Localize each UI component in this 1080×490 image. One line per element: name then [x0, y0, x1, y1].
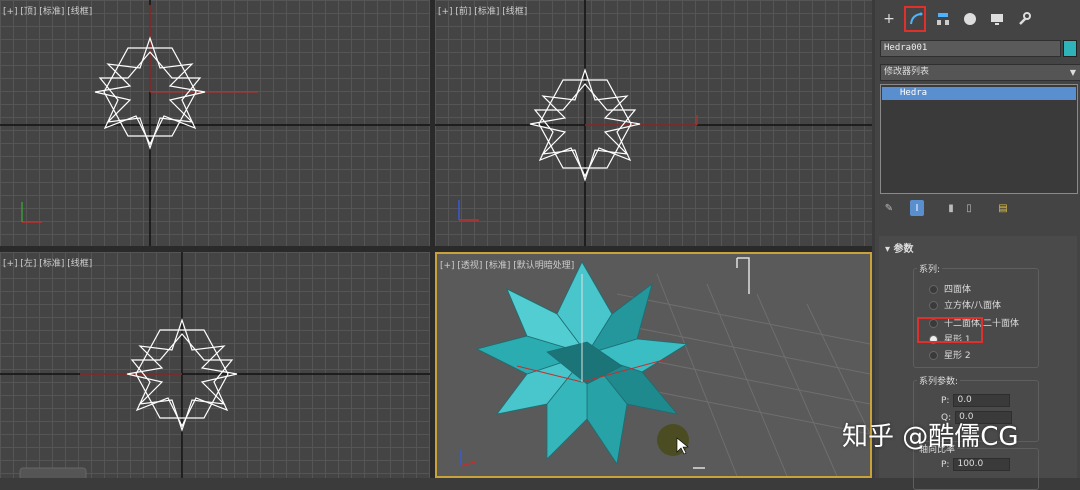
radio-star2[interactable]: 星形 2: [929, 348, 971, 361]
remove-modifier-icon[interactable]: ▯: [962, 200, 976, 216]
modifier-stack[interactable]: Hedra: [880, 84, 1078, 194]
spinner-axis-p[interactable]: P: 100.0: [941, 458, 1011, 471]
viewport-front[interactable]: [+] [前] [标准] [线框]: [435, 0, 872, 246]
command-panel: + Hedra001 修改器列表 ▼ Hedra ✎ I ▮ ▯ ▤ ▾ 参数: [875, 0, 1080, 490]
pin-stack-icon[interactable]: ✎: [882, 200, 896, 216]
object-name-field[interactable]: Hedra001: [880, 40, 1061, 57]
stack-toolbar: ✎ I ▮ ▯ ▤: [880, 198, 1076, 218]
viewport-top[interactable]: [+] [顶] [标准] [线框]: [0, 0, 430, 246]
viewport-front-canvas: [435, 0, 872, 246]
radio-tetrahedron[interactable]: 四面体: [929, 282, 971, 295]
motion-icon[interactable]: [961, 10, 979, 28]
create-icon[interactable]: +: [880, 10, 898, 28]
spinner-p[interactable]: P: 0.0: [941, 394, 1011, 407]
axis-gizmo: [21, 202, 42, 223]
star1-highlight: [917, 317, 983, 343]
utilities-icon[interactable]: [1015, 10, 1033, 28]
command-panel-tabs: +: [875, 6, 1080, 34]
axis-gizmo: [460, 450, 476, 467]
hierarchy-icon[interactable]: [934, 10, 952, 28]
modifier-list-dropdown[interactable]: 修改器列表 ▼: [880, 64, 1080, 81]
watermark: 知乎 @酷儒CG: [842, 422, 1019, 452]
object-color-swatch[interactable]: [1063, 40, 1077, 57]
mini-toolbar: [19, 467, 87, 478]
axis-gizmo: [458, 200, 479, 221]
viewport-left[interactable]: [+] [左] [标准] [线框]: [0, 252, 430, 478]
configure-modifier-sets-icon[interactable]: ▤: [996, 200, 1010, 216]
viewport-left-canvas: [0, 252, 430, 478]
chevron-down-icon: ▼: [1069, 68, 1076, 77]
radio-cube-octa[interactable]: 立方体/八面体: [929, 298, 1001, 311]
stack-item-hedra[interactable]: Hedra: [882, 87, 1076, 100]
viewport-top-canvas: [0, 0, 430, 246]
modifier-list-label: 修改器列表: [884, 67, 930, 77]
display-icon[interactable]: [988, 10, 1006, 28]
show-end-result-icon[interactable]: I: [910, 200, 924, 216]
make-unique-icon[interactable]: ▮: [944, 200, 958, 216]
modify-tab-highlight: [904, 6, 926, 32]
perspective-grid: [616, 273, 870, 476]
rollout-header-params[interactable]: ▾ 参数: [885, 240, 914, 255]
family-label: 系列:: [917, 262, 943, 275]
family-params-label: 系列参数:: [917, 374, 961, 387]
viewport-perspective[interactable]: [+] [透视] [标准] [默认明暗处理]: [435, 252, 872, 478]
viewport-perspective-canvas: [460, 257, 870, 476]
